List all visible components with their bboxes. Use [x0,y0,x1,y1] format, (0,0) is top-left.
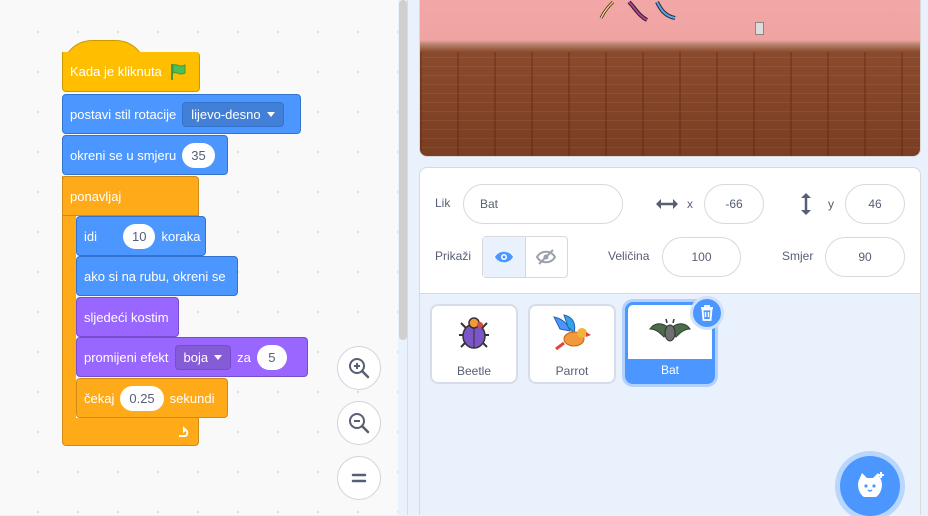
y-input[interactable]: 46 [845,184,905,224]
wall-outlet [755,22,764,35]
zoom-out-icon [349,413,370,434]
bat-thumbnail-icon [649,318,691,342]
next-costume-label: sljedeći kostim [84,309,169,325]
effect-dropdown[interactable]: boja [174,344,232,370]
bounce-label: ako si na rubu, okreni se [84,268,226,284]
change-effect-label: promijeni efekt [84,349,169,365]
set-rotation-label: postavi stil rotacije [70,106,177,122]
chevron-down-icon [266,111,275,117]
equals-icon [351,473,367,483]
trash-icon [701,305,713,321]
sprite-tile-beetle[interactable]: Beetle [430,304,518,384]
eye-slash-icon [536,249,557,265]
eye-icon [494,251,513,263]
set-rotation-style-block[interactable]: postavi stil rotacije lijevo-desno [62,94,301,134]
wait-seconds-label: sekundi [169,390,215,406]
chevron-down-icon [214,354,223,360]
seconds-input[interactable]: 0.25 [120,385,164,411]
sprite-tile-name: Bat [628,359,712,381]
size-label: Veličina [608,249,650,263]
when-flag-clicked-block[interactable]: Kada je kliknuta [62,52,200,92]
move-steps-label: koraka [161,228,201,244]
loop-arrow-icon [179,426,189,437]
sprite-tile-name: Beetle [456,364,492,378]
when-flag-label: Kada je kliknuta [70,64,162,79]
vertical-arrows-icon [801,193,811,215]
wait-seconds-block[interactable]: čekaj 0.25 sekundi [76,378,228,418]
rotation-style-dropdown[interactable]: lijevo-desno [182,101,284,127]
show-label: Prikaži [435,249,472,263]
code-area[interactable]: Kada je kliknuta postavi stil rotacije l… [0,0,398,515]
forever-label: ponavljaj [70,188,122,204]
x-input[interactable]: -66 [704,184,764,224]
effect-value: boja [183,349,209,365]
forever-block[interactable]: ponavljaj [62,176,199,216]
move-steps-block[interactable]: idi 10 koraka [76,216,206,256]
green-flag-icon [170,63,186,80]
x-label: x [687,197,693,211]
choose-sprite-button[interactable] [840,456,900,516]
pane-divider [407,0,408,515]
visibility-toggle [482,236,568,278]
bounce-on-edge-block[interactable]: ako si na rubu, okreni se [76,256,238,296]
stage-floor [420,52,920,156]
move-label: idi [84,228,98,244]
direction-input[interactable]: 90 [825,237,905,277]
change-effect-by-label: za [237,349,251,365]
wait-label: čekaj [84,390,115,406]
point-direction-label: okreni se u smjeru [70,147,177,163]
beetle-thumbnail-icon [459,317,489,349]
horizontal-arrows-icon [656,199,678,209]
steps-input[interactable]: 10 [123,223,156,249]
size-input[interactable]: 100 [662,237,741,277]
sprite-tile-name: Parrot [555,364,589,378]
show-sprite-button[interactable] [483,237,526,277]
hide-sprite-button[interactable] [526,237,568,277]
sprite-tile-parrot[interactable]: Parrot [528,304,616,384]
cat-plus-icon [858,472,884,497]
zoom-out-button[interactable] [337,401,381,445]
direction-label: Smjer [782,249,814,263]
sprite-name-label: Lik [435,196,451,210]
code-area-scrollbar[interactable] [399,0,407,340]
zoom-in-icon [349,358,370,379]
stage[interactable] [419,0,921,157]
rotation-style-value: lijevo-desno [191,106,261,122]
sprite-legs-on-stage [599,0,676,22]
point-in-direction-block[interactable]: okreni se u smjeru 35 [62,135,228,175]
next-costume-block[interactable]: sljedeći kostim [76,297,179,337]
y-label: y [828,197,834,211]
zoom-reset-button[interactable] [337,456,381,500]
parrot-thumbnail-icon [553,314,591,351]
direction-input[interactable]: 35 [182,142,215,168]
delete-sprite-button[interactable] [690,296,724,330]
effect-amount-input[interactable]: 5 [256,344,287,370]
change-effect-block[interactable]: promijeni efekt boja za 5 [76,337,308,377]
sprite-name-input[interactable]: Bat [463,184,623,224]
zoom-in-button[interactable] [337,346,381,390]
